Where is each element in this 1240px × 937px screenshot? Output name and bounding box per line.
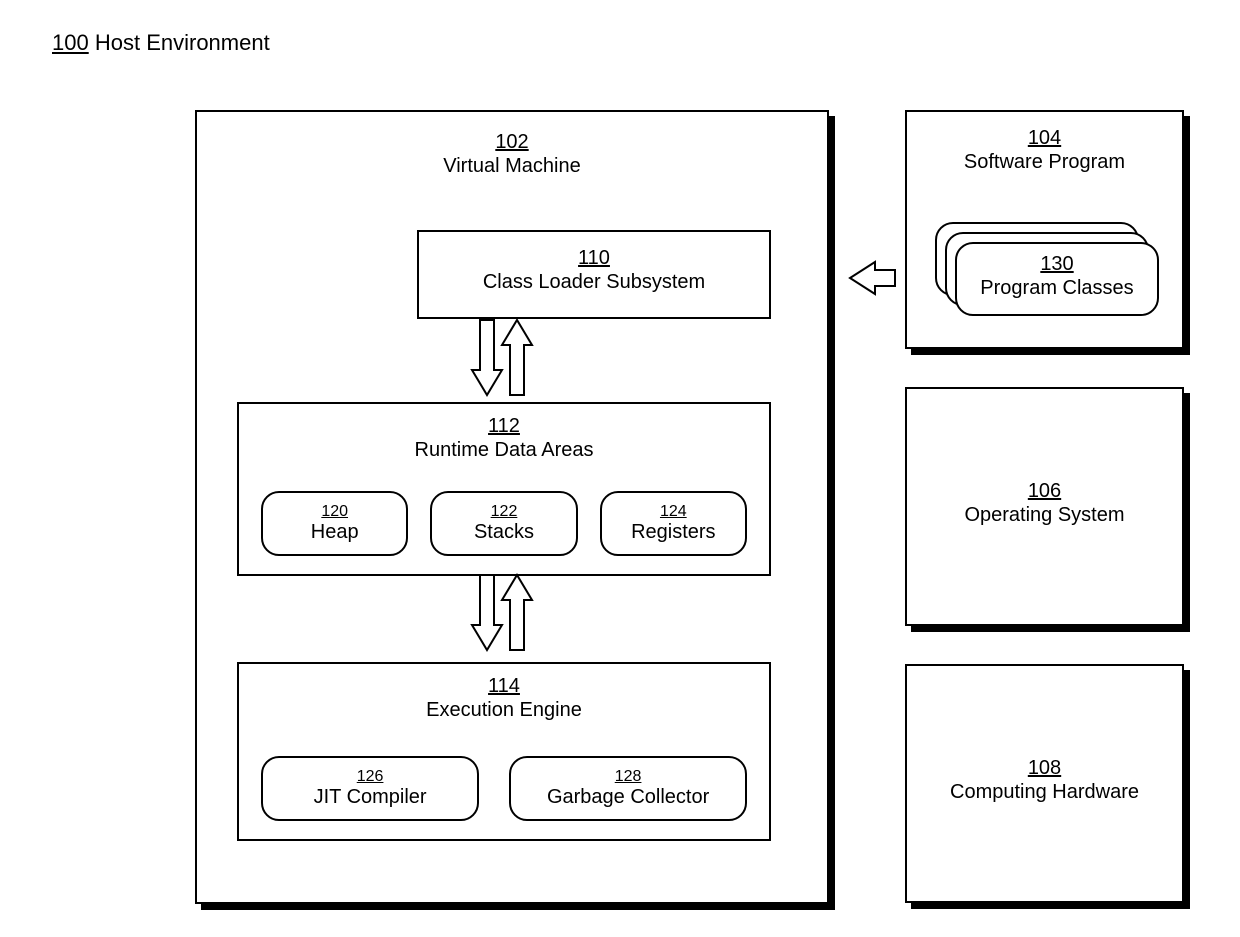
execution-engine-box: 114 Execution Engine 126 JIT Compiler 12… (237, 662, 771, 841)
stacks-ref: 122 (491, 503, 518, 520)
class-loader-box: 110 Class Loader Subsystem (417, 230, 771, 319)
diagram-title: 100 Host Environment (52, 30, 270, 56)
registers-box: 124 Registers (600, 491, 747, 556)
operating-system-label: 106 Operating System (907, 479, 1182, 527)
runtime-name: Runtime Data Areas (415, 439, 594, 461)
program-classes-stack: 130 Program Classes (935, 222, 1153, 322)
registers-ref: 124 (660, 503, 687, 520)
os-name: Operating System (964, 504, 1124, 526)
hw-name: Computing Hardware (950, 781, 1139, 803)
registers-name: Registers (631, 521, 715, 543)
jit-ref: 126 (357, 768, 384, 785)
runtime-ref: 112 (488, 415, 520, 437)
heap-box: 120 Heap (261, 491, 408, 556)
program-classes-name: Program Classes (980, 277, 1133, 299)
diagram-title-ref: 100 (52, 30, 89, 55)
virtual-machine-label: 102 Virtual Machine (197, 130, 827, 178)
operating-system-box: 106 Operating System (905, 387, 1184, 626)
exec-name: Execution Engine (426, 699, 582, 721)
jit-name: JIT Compiler (314, 786, 427, 808)
program-classes-front: 130 Program Classes (955, 242, 1159, 316)
arrow-left-icon (850, 262, 895, 294)
execution-engine-label: 114 Execution Engine (239, 674, 769, 722)
program-classes-ref: 130 (1040, 253, 1073, 275)
heap-name: Heap (311, 521, 359, 543)
diagram-title-label: Host Environment (95, 30, 270, 55)
virtual-machine-ref: 102 (495, 131, 528, 153)
gc-ref: 128 (615, 768, 642, 785)
gc-box: 128 Garbage Collector (509, 756, 747, 821)
virtual-machine-name: Virtual Machine (443, 155, 580, 177)
gc-name: Garbage Collector (547, 786, 709, 808)
os-ref: 106 (1028, 480, 1061, 502)
software-program-box: 104 Software Program 130 Program Classes (905, 110, 1184, 349)
hw-ref: 108 (1028, 757, 1061, 779)
heap-ref: 120 (321, 503, 348, 520)
runtime-data-areas-label: 112 Runtime Data Areas (239, 414, 769, 462)
software-program-label: 104 Software Program (907, 126, 1182, 174)
stacks-box: 122 Stacks (430, 491, 577, 556)
software-program-ref: 104 (1028, 127, 1061, 149)
stacks-name: Stacks (474, 521, 534, 543)
exec-ref: 114 (488, 675, 520, 697)
runtime-data-areas-box: 112 Runtime Data Areas 120 Heap 122 Stac… (237, 402, 771, 576)
class-loader-label: 110 Class Loader Subsystem (419, 246, 769, 294)
class-loader-name: Class Loader Subsystem (483, 271, 705, 293)
software-program-name: Software Program (964, 151, 1125, 173)
computing-hardware-label: 108 Computing Hardware (907, 756, 1182, 804)
class-loader-ref: 110 (578, 247, 610, 269)
virtual-machine-box: 102 Virtual Machine 110 Class Loader Sub… (195, 110, 829, 904)
computing-hardware-box: 108 Computing Hardware (905, 664, 1184, 903)
jit-compiler-box: 126 JIT Compiler (261, 756, 479, 821)
